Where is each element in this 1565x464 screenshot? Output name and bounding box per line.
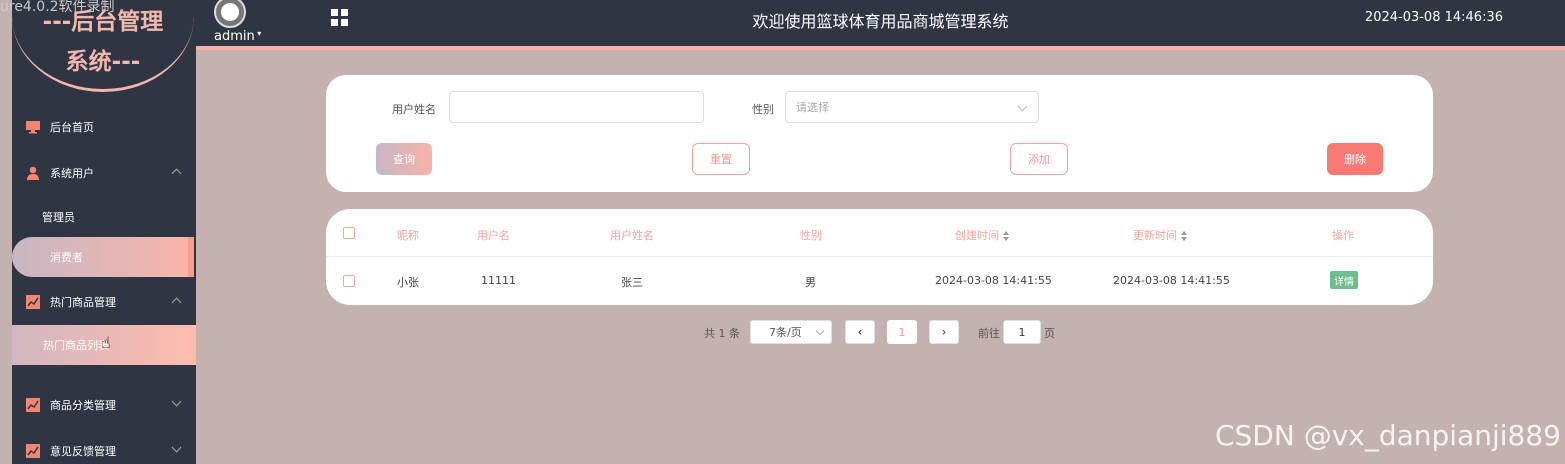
cell-updated: 2024-03-08 14:41:55 xyxy=(1113,274,1230,287)
sidebar-item-hot-products[interactable]: 热门商品管理 xyxy=(12,284,196,320)
row-checkbox[interactable] xyxy=(343,275,355,287)
sidebar-subitem-admin[interactable]: 管理员 xyxy=(12,197,196,237)
next-page-button[interactable]: › xyxy=(929,320,959,344)
detail-button[interactable]: 详情 xyxy=(1330,271,1358,289)
column-header-label: 创建时间 xyxy=(955,229,999,242)
csdn-watermark: CSDN @vx_danpianji889 xyxy=(1214,419,1561,452)
column-header-label: 更新时间 xyxy=(1133,229,1177,242)
sidebar-item-label: 意见反馈管理 xyxy=(50,445,116,458)
delete-button[interactable]: 删除 xyxy=(1327,143,1383,175)
top-header: admin ▾ 欢迎使用篮球体育用品商城管理系统 2024-03-08 14:4… xyxy=(196,0,1565,50)
sidebar-item-label: 商品分类管理 xyxy=(50,399,116,412)
sidebar-subitem-label: 管理员 xyxy=(42,211,75,224)
search-panel: 用户姓名 性别 请选择 查询 重置 添加 删除 xyxy=(326,75,1433,192)
query-button[interactable]: 查询 xyxy=(376,143,432,175)
prev-page-button[interactable]: ‹ xyxy=(845,320,875,344)
page-size-value: 7条/页 xyxy=(769,326,802,339)
chart-icon xyxy=(26,444,40,458)
cell-realname: 张三 xyxy=(621,276,643,289)
goto-label: 前往 xyxy=(978,327,1000,340)
column-header-nickname: 昵称 xyxy=(397,229,419,242)
recorder-watermark: ure4.0.2软件录制 xyxy=(0,0,115,15)
sidebar-item-label: 后台首页 xyxy=(50,121,94,134)
chart-icon xyxy=(26,295,40,309)
sidebar-subitem-consumer[interactable]: 消费者 xyxy=(12,237,194,277)
column-header-username: 用户名 xyxy=(477,229,510,242)
add-button[interactable]: 添加 xyxy=(1010,143,1068,175)
cell-created: 2024-03-08 14:41:55 xyxy=(935,274,1052,287)
column-header-realname: 用户姓名 xyxy=(610,229,654,242)
page-size-select[interactable]: 7条/页 xyxy=(750,320,832,344)
chevron-down-icon xyxy=(171,396,182,407)
sidebar-item-label: 热门商品管理 xyxy=(50,296,116,309)
column-header-gender: 性别 xyxy=(800,229,822,242)
logo-line-2: 系统--- xyxy=(65,49,141,75)
chevron-up-icon xyxy=(171,168,182,179)
goto-page-input[interactable] xyxy=(1003,320,1041,344)
chevron-down-icon xyxy=(1017,101,1028,112)
reset-button[interactable]: 重置 xyxy=(692,143,750,175)
name-field-label: 用户姓名 xyxy=(392,103,436,116)
cell-username: 11111 xyxy=(481,274,516,287)
column-header-action: 操作 xyxy=(1332,229,1354,242)
chart-icon xyxy=(26,398,40,412)
sidebar-item-label: 系统用户 xyxy=(50,167,94,180)
sidebar-item-feedback[interactable]: 意见反馈管理 xyxy=(12,433,196,464)
chevron-down-icon xyxy=(171,442,182,453)
sort-icon[interactable] xyxy=(1003,231,1009,241)
chevron-left-icon: ‹ xyxy=(857,325,863,339)
column-header-created[interactable]: 创建时间 xyxy=(955,227,1009,243)
gender-field-label: 性别 xyxy=(752,103,774,116)
monitor-icon xyxy=(26,120,40,134)
header-datetime: 2024-03-08 14:46:36 xyxy=(1364,10,1503,25)
header-divider xyxy=(326,256,1433,257)
chevron-down-icon xyxy=(815,326,825,336)
gender-select[interactable]: 请选择 xyxy=(785,91,1039,123)
cell-nickname: 小张 xyxy=(397,276,419,289)
select-all-checkbox[interactable] xyxy=(343,227,355,239)
sidebar-item-categories[interactable]: 商品分类管理 xyxy=(12,387,196,423)
hand-cursor-icon: ☝ xyxy=(101,333,111,352)
sort-icon[interactable] xyxy=(1181,231,1187,241)
chevron-up-icon xyxy=(171,297,182,308)
sidebar-item-system-users[interactable]: 系统用户 xyxy=(12,155,196,191)
chevron-right-icon: › xyxy=(941,325,947,339)
sidebar-subitem-label: 热门商品列表 xyxy=(43,339,109,352)
sidebar: ---后台管理 系统--- 后台首页 系统用户 管理员 消费者 热门商品管理 热… xyxy=(12,0,196,464)
pagination-total: 共 1 条 xyxy=(704,327,740,340)
user-table: 昵称 用户名 用户姓名 性别 创建时间 更新时间 操作 小张 11111 张三 … xyxy=(326,209,1433,305)
sidebar-subitem-label: 消费者 xyxy=(50,251,83,264)
cell-gender: 男 xyxy=(805,276,816,289)
page-title: 欢迎使用篮球体育用品商城管理系统 xyxy=(752,12,1009,31)
user-icon xyxy=(26,166,40,180)
sidebar-item-home[interactable]: 后台首页 xyxy=(12,109,196,145)
page-number-current[interactable]: 1 xyxy=(887,320,917,344)
name-input[interactable] xyxy=(449,91,704,123)
page-suffix-label: 页 xyxy=(1044,327,1055,340)
column-header-updated[interactable]: 更新时间 xyxy=(1133,227,1187,243)
gender-select-placeholder: 请选择 xyxy=(796,101,829,114)
